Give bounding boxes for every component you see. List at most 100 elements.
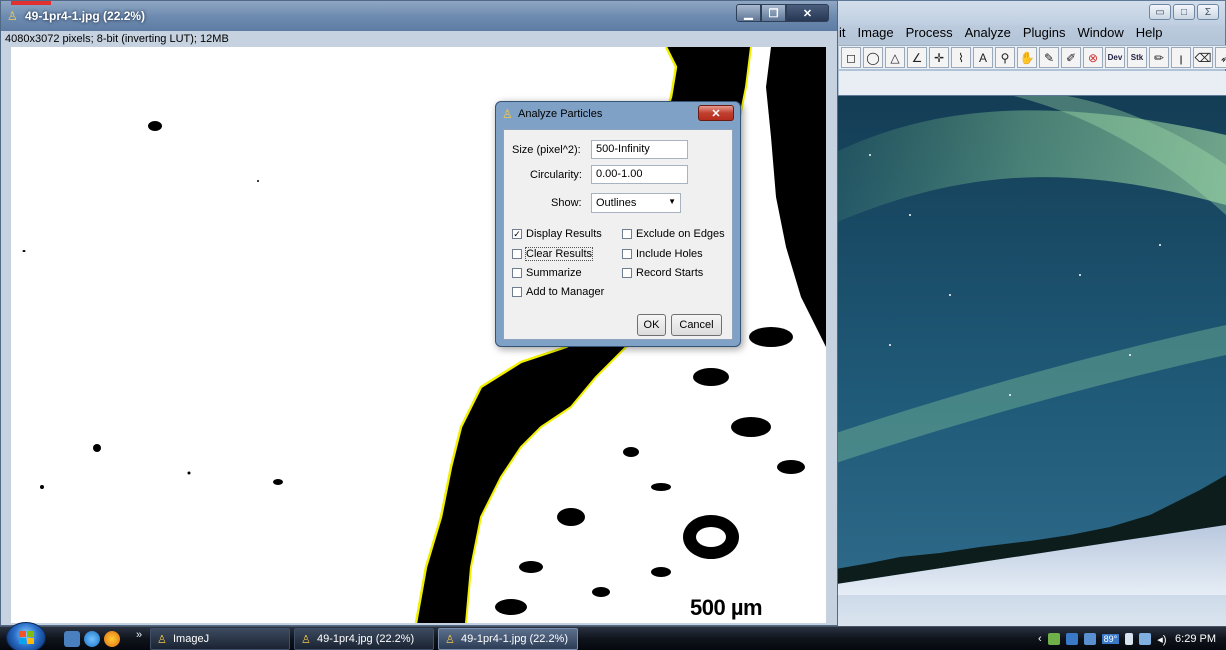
add-to-manager-checkbox[interactable]: Add to Manager (512, 286, 604, 298)
dev-icon[interactable]: Dev (1105, 47, 1125, 68)
image-window-controls: ▁ ❐ ✕ (736, 4, 829, 22)
menu-analyze[interactable]: Analyze (965, 25, 1011, 45)
rectangle-icon[interactable]: ◻ (841, 47, 861, 68)
imagej-microscope-icon: ♙ (301, 634, 311, 646)
checkbox-box (512, 268, 522, 278)
cancel-button[interactable]: Cancel (671, 314, 722, 336)
pencil-icon[interactable]: ✐ (1061, 47, 1081, 68)
menu-window[interactable]: Window (1078, 25, 1124, 45)
size-field[interactable]: 500-Infinity (591, 140, 688, 159)
display-results-checkbox[interactable]: ✓ Display Results (512, 228, 602, 240)
show-desktop-icon[interactable] (64, 631, 80, 647)
network-icon[interactable] (1047, 633, 1060, 645)
menu-help[interactable]: Help (1136, 25, 1163, 45)
close-button[interactable]: Σ (1197, 4, 1219, 20)
hand-icon[interactable]: ✋ (1017, 47, 1037, 68)
dialog-titlebar[interactable]: ♙ Analyze Particles ✕ (496, 102, 740, 126)
dialog-title: Analyze Particles (518, 108, 603, 120)
checkbox-label: Clear Results (524, 247, 594, 261)
oval-icon[interactable]: ◯ (863, 47, 883, 68)
record-starts-checkbox[interactable]: Record Starts (622, 267, 703, 279)
imagej-window-controls: ▭ □ Σ (1149, 4, 1219, 20)
volume-icon[interactable]: ◂) (1157, 633, 1166, 646)
image-info-label: 4080x3072 pixels; 8-bit (inverting LUT);… (5, 33, 229, 45)
clear-results-checkbox[interactable]: Clear Results (512, 247, 594, 261)
wand-icon[interactable]: ⌇ (951, 47, 971, 68)
point-icon[interactable]: ✛ (929, 47, 949, 68)
minimize-button[interactable]: ▁ (736, 4, 761, 22)
magnifier-icon[interactable]: ⚲ (995, 47, 1015, 68)
analyze-particles-dialog: ♙ Analyze Particles ✕ Size (pixel^2): 50… (495, 101, 741, 347)
circularity-label: Circularity: (530, 169, 582, 181)
exclude-edges-checkbox[interactable]: Exclude on Edges (622, 228, 725, 240)
menu-process[interactable]: Process (906, 25, 953, 45)
flood-fill-icon[interactable]: ꞁ (1171, 47, 1191, 68)
size-label: Size (pixel^2): (512, 144, 581, 156)
close-button[interactable]: ✕ (786, 4, 829, 22)
imagej-microscope-icon: ♙ (7, 9, 18, 23)
checkbox-box: ✓ (512, 229, 522, 239)
show-label: Show: (551, 197, 582, 209)
wifi-icon[interactable] (1139, 633, 1152, 645)
eraser-icon[interactable]: ⌫ (1193, 47, 1213, 68)
maximize-button[interactable]: ❐ (761, 4, 786, 22)
angle-icon[interactable]: ∠ (907, 47, 927, 68)
close-button[interactable]: ✕ (698, 105, 734, 121)
monitor-icon[interactable] (1083, 633, 1096, 645)
start-button[interactable] (6, 622, 46, 650)
imagej-status-bar (839, 71, 1226, 95)
circularity-field[interactable]: 0.00-1.00 (591, 165, 688, 184)
task-label: ImageJ (173, 633, 210, 645)
screen-icon[interactable] (1065, 633, 1078, 645)
quick-launch-overflow[interactable]: » (136, 629, 142, 641)
imagej-microscope-icon: ♙ (157, 634, 167, 646)
brush-icon[interactable]: ✏ (1149, 47, 1169, 68)
task-image-2[interactable]: ♙ 49-1pr4-1.jpg (22.2%) (438, 628, 578, 650)
polygon-icon[interactable]: △ (885, 47, 905, 68)
temperature-label: 89° (1101, 634, 1120, 644)
image-window-title: 49-1pr4-1.jpg (22.2%) (25, 9, 146, 23)
dialog-body: Size (pixel^2): 500-Infinity Circularity… (503, 129, 733, 340)
menu-image[interactable]: Image (858, 25, 894, 45)
tray-expand-icon[interactable]: ‹ (1038, 633, 1042, 645)
checkbox-box (622, 268, 632, 278)
task-label: 49-1pr4-1.jpg (22.2%) (461, 633, 569, 645)
scale-bar-label: 500 µm (690, 595, 763, 620)
checkbox-box (512, 249, 522, 259)
dropper-icon[interactable]: ✎ (1039, 47, 1059, 68)
minimize-button[interactable]: ▭ (1149, 4, 1171, 20)
checkbox-label: Include Holes (636, 248, 703, 260)
battery-icon[interactable] (1125, 633, 1134, 645)
stop-icon[interactable]: ⊗ (1083, 47, 1103, 68)
windows-logo-icon (19, 631, 34, 644)
checkbox-box (622, 229, 632, 239)
arrow-icon[interactable]: ➶ (1215, 47, 1226, 68)
task-imagej[interactable]: ♙ ImageJ (150, 628, 290, 650)
checkbox-label: Add to Manager (526, 286, 605, 298)
task-image-1[interactable]: ♙ 49-1pr4.jpg (22.2%) (294, 628, 434, 650)
taskbar: » ♙ ImageJ ♙ 49-1pr4.jpg (22.2%) ♙ 49-1p… (0, 622, 1226, 650)
text-icon[interactable]: A (973, 47, 993, 68)
system-tray: ‹ 89° ◂) 6:29 PM (1030, 627, 1226, 650)
summarize-checkbox[interactable]: Summarize (512, 267, 582, 279)
stk-icon[interactable]: Stk (1127, 47, 1147, 68)
imagej-microscope-icon: ♙ (445, 634, 455, 646)
task-label: 49-1pr4.jpg (22.2%) (317, 633, 415, 645)
clock[interactable]: 6:29 PM (1175, 633, 1216, 645)
maximize-button[interactable]: □ (1173, 4, 1195, 20)
menu-edit-partial[interactable]: it (839, 25, 846, 45)
show-select-value: Outlines (596, 197, 637, 209)
chevron-down-icon: ▼ (668, 197, 676, 206)
checkbox-label: Summarize (526, 267, 582, 279)
internet-explorer-icon[interactable] (84, 631, 100, 647)
checkbox-box (622, 249, 632, 259)
include-holes-checkbox[interactable]: Include Holes (622, 248, 703, 260)
image-window-titlebar[interactable]: ♙ 49-1pr4-1.jpg (22.2%) ▁ ❐ ✕ (1, 1, 837, 31)
show-select[interactable]: Outlines ▼ (591, 193, 681, 213)
imagej-microscope-icon: ♙ (502, 107, 513, 121)
menu-plugins[interactable]: Plugins (1023, 25, 1066, 45)
imagej-menubar: it Image Process Analyze Plugins Window … (831, 25, 1163, 45)
firefox-icon[interactable] (104, 631, 120, 647)
aurora-wallpaper-image (830, 95, 1226, 595)
ok-button[interactable]: OK (637, 314, 666, 336)
